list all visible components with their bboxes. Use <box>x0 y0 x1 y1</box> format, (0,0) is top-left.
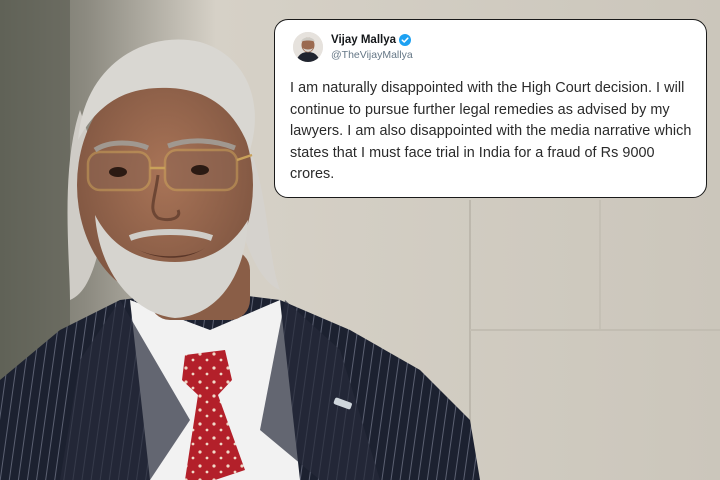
tweet-card: Vijay Mallya @TheVijayMallya I am natura… <box>274 19 707 198</box>
tweet-text: I am naturally disappointed with the Hig… <box>290 80 692 182</box>
verified-badge-icon <box>399 34 411 46</box>
author-name[interactable]: Vijay Mallya <box>331 34 396 46</box>
author-avatar[interactable] <box>293 32 323 62</box>
author-handle[interactable]: @TheVijayMallya <box>331 49 413 61</box>
